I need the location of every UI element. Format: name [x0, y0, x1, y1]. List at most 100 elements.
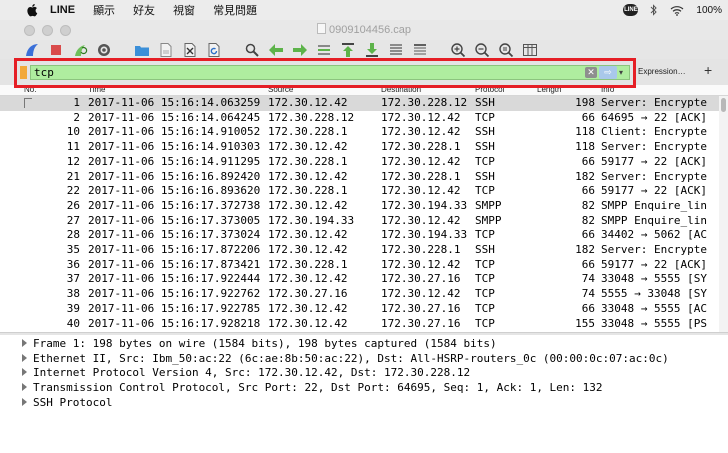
cell-protocol: SSH: [475, 169, 495, 183]
cell-no: 2: [73, 110, 80, 124]
normal-size-icon[interactable]: [498, 42, 514, 58]
zoom-out-icon[interactable]: [474, 42, 490, 58]
table-row[interactable]: 2 2017-11-06 15:16:14.064245 172.30.228.12…: [0, 111, 720, 126]
zoom-in-icon[interactable]: [450, 42, 466, 58]
table-row[interactable]: 11 2017-11-06 15:16:14.910303 172.30.12.42…: [0, 140, 720, 155]
packet-details-pane: Frame 1: 198 bytes on wire (1584 bits), …: [0, 336, 728, 453]
menu-view[interactable]: 顯示: [93, 2, 115, 18]
colorize-icon[interactable]: [412, 42, 428, 58]
cell-destination: 172.30.228.1: [381, 243, 461, 256]
cell-source: 172.30.12.42: [268, 198, 348, 212]
cell-length: 198: [575, 96, 595, 109]
cell-source: 172.30.228.1: [268, 154, 348, 168]
back-arrow-icon[interactable]: [268, 42, 284, 58]
cell-time: 2017-11-06 15:16:17.922762: [88, 287, 261, 301]
expand-triangle-icon[interactable]: [22, 339, 27, 347]
cell-time: 2017-11-06 15:16:14.064245: [88, 110, 261, 124]
cell-protocol: TCP: [475, 154, 495, 168]
expand-triangle-icon[interactable]: [22, 368, 27, 377]
cell-info: 59177 → 22 [ACK]: [601, 154, 707, 168]
apple-logo-icon[interactable]: [26, 3, 40, 17]
autoscroll-icon[interactable]: [388, 42, 404, 58]
cell-protocol: SSH: [475, 140, 495, 154]
detail-tree-item[interactable]: SSH Protocol: [22, 396, 112, 410]
find-icon[interactable]: [244, 42, 260, 58]
cell-no: 10: [66, 125, 80, 139]
line-status-icon[interactable]: LINE: [623, 4, 639, 16]
table-row[interactable]: 28 2017-11-06 15:16:17.373024 172.30.12.42…: [0, 228, 720, 243]
detail-tree-label: Internet Protocol Version 4, Src: 172.30…: [33, 366, 471, 380]
cell-time: 2017-11-06 15:16:14.911295: [88, 154, 261, 168]
table-row[interactable]: 36 2017-11-06 15:16:17.873421 172.30.228.1…: [0, 258, 720, 273]
detail-tree-item[interactable]: Ethernet II, Src: Ibm_50:ac:22 (6c:ae:8b…: [22, 352, 669, 366]
expand-triangle-icon[interactable]: [22, 353, 27, 362]
expression-button[interactable]: Expression…: [638, 67, 686, 76]
stop-icon[interactable]: [48, 42, 64, 58]
cell-protocol: TCP: [475, 228, 495, 242]
table-row[interactable]: 12 2017-11-06 15:16:14.911295 172.30.228.1…: [0, 155, 720, 170]
cell-time: 2017-11-06 15:16:17.873421: [88, 257, 261, 271]
cell-info: Server: Encrypte: [601, 96, 707, 109]
cell-length: 74: [581, 272, 595, 286]
cell-source: 172.30.12.42: [268, 272, 348, 286]
detail-tree-item[interactable]: Transmission Control Protocol, Src Port:…: [22, 381, 603, 395]
table-row[interactable]: 38 2017-11-06 15:16:17.922762 172.30.27.16…: [0, 287, 720, 302]
scrollbar-thumb[interactable]: [721, 98, 726, 112]
cell-no: 38: [66, 287, 80, 301]
table-row[interactable]: 21 2017-11-06 15:16:16.892420 172.30.12.42…: [0, 170, 720, 185]
menu-window[interactable]: 視窗: [173, 2, 195, 18]
cell-info: SMPP Enquire_lin: [601, 213, 707, 227]
detail-tree-label: Frame 1: 198 bytes on wire (1584 bits), …: [33, 337, 497, 350]
table-row[interactable]: 39 2017-11-06 15:16:17.922785 172.30.12.42…: [0, 302, 720, 317]
resize-columns-icon[interactable]: [522, 42, 538, 58]
save-file-icon[interactable]: [158, 42, 174, 58]
last-packet-icon[interactable]: [364, 42, 380, 58]
detail-tree-item[interactable]: Frame 1: 198 bytes on wire (1584 bits), …: [22, 337, 497, 351]
reload-icon[interactable]: [206, 42, 222, 58]
cell-destination: 172.30.12.42: [381, 213, 461, 227]
cell-length: 118: [575, 125, 595, 139]
cell-time: 2017-11-06 15:16:17.872206: [88, 243, 261, 256]
cell-destination: 172.30.228.1: [381, 140, 461, 154]
go-to-packet-icon[interactable]: [316, 42, 332, 58]
table-row[interactable]: 10 2017-11-06 15:16:14.910052 172.30.228.1…: [0, 125, 720, 140]
open-folder-icon[interactable]: [134, 42, 150, 58]
cell-protocol: SMPP: [475, 213, 502, 227]
table-row[interactable]: 37 2017-11-06 15:16:17.922444 172.30.12.42…: [0, 272, 720, 287]
cell-destination: 172.30.12.42: [381, 184, 461, 198]
window-title-text: 0909104456.cap: [329, 24, 411, 36]
table-row[interactable]: 35 2017-11-06 15:16:17.872206 172.30.12.42…: [0, 243, 720, 258]
pane-divider[interactable]: [0, 332, 728, 335]
cell-info: Server: Encrypte: [601, 243, 707, 256]
menu-app-line[interactable]: LINE: [50, 4, 75, 16]
wifi-icon[interactable]: [670, 5, 684, 16]
selected-row-marker: [24, 98, 32, 108]
cell-length: 74: [581, 287, 595, 301]
cell-protocol: TCP: [475, 272, 495, 286]
first-packet-icon[interactable]: [340, 42, 356, 58]
forward-arrow-icon[interactable]: [292, 42, 308, 58]
expand-triangle-icon[interactable]: [22, 397, 27, 406]
options-gear-icon[interactable]: [96, 42, 112, 58]
menu-faq[interactable]: 常見問題: [213, 2, 257, 18]
restart-icon[interactable]: [72, 42, 88, 58]
table-row[interactable]: 1 2017-11-06 15:16:14.063259 172.30.12.42 1…: [0, 96, 720, 111]
cell-source: 172.30.228.1: [268, 184, 348, 198]
table-row[interactable]: 26 2017-11-06 15:16:17.372738 172.30.12.42…: [0, 199, 720, 214]
packet-list-scrollbar[interactable]: [719, 96, 728, 332]
shark-fin-start-icon[interactable]: [24, 42, 40, 58]
cell-info: 64695 → 22 [ACK]: [601, 110, 707, 124]
table-row[interactable]: 22 2017-11-06 15:16:16.893620 172.30.228.1…: [0, 184, 720, 199]
detail-tree-item[interactable]: Internet Protocol Version 4, Src: 172.30…: [22, 366, 470, 380]
add-filter-button[interactable]: +: [704, 62, 712, 78]
detail-tree-label: Ethernet II, Src: Ibm_50:ac:22 (6c:ae:8b…: [33, 351, 669, 365]
bluetooth-icon[interactable]: [650, 4, 658, 16]
table-row[interactable]: 27 2017-11-06 15:16:17.373005 172.30.194.3…: [0, 214, 720, 229]
expand-triangle-icon[interactable]: [22, 383, 27, 392]
menu-friends[interactable]: 好友: [133, 2, 155, 18]
close-file-icon[interactable]: [182, 42, 198, 58]
cell-info: 33048 → 5555 [SY: [601, 272, 707, 286]
filter-highlight-box: [14, 58, 636, 88]
battery-percent[interactable]: 100%: [696, 5, 722, 16]
table-row[interactable]: 40 2017-11-06 15:16:17.928218 172.30.12.42…: [0, 317, 720, 332]
